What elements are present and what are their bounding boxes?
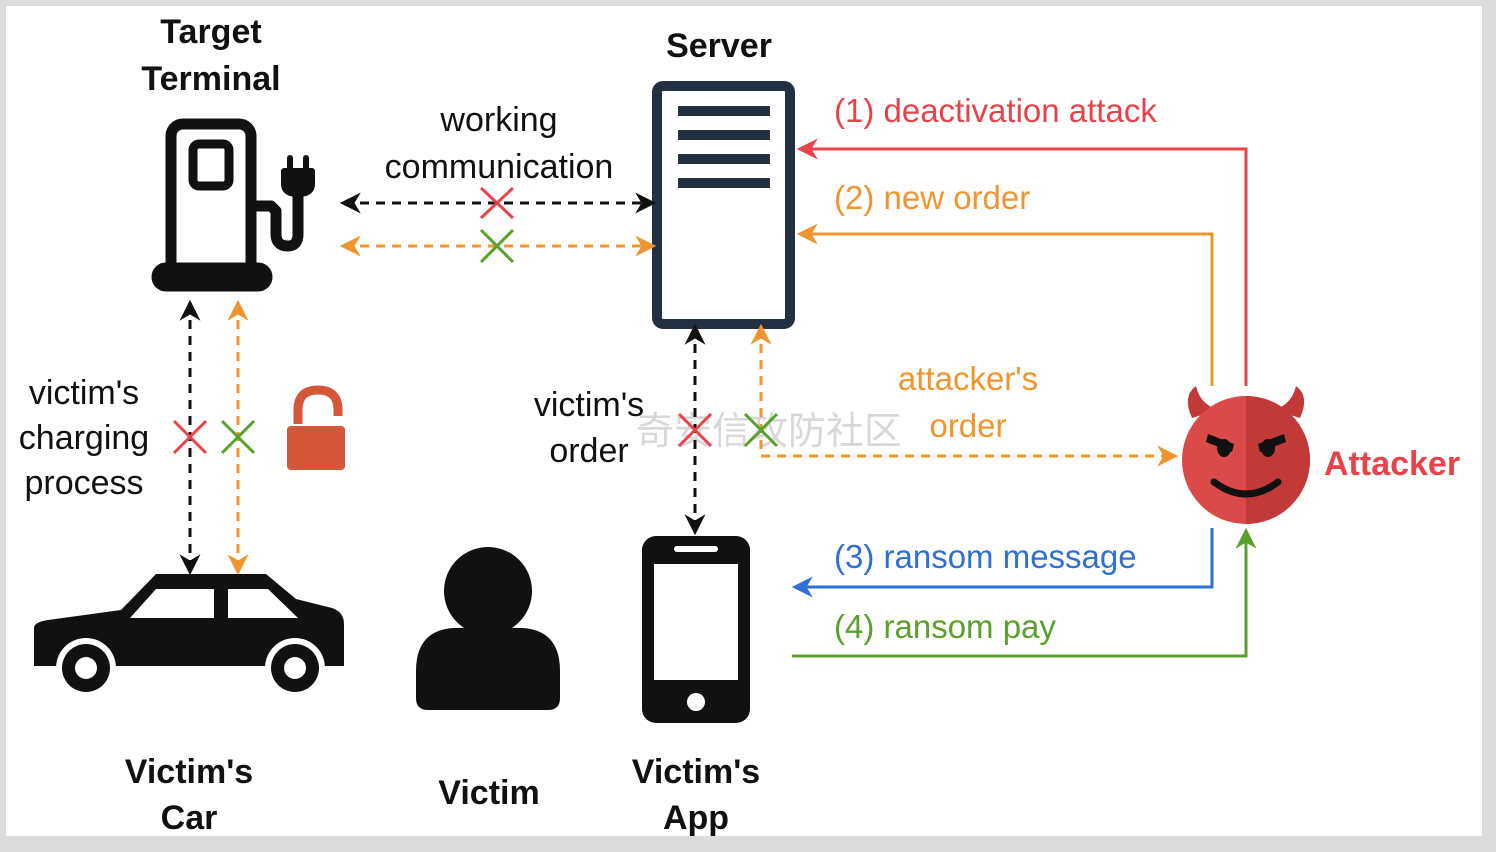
unlocked-padlock-icon — [287, 385, 345, 470]
car-label-line2: Car — [161, 799, 218, 836]
victim-label: Victim — [438, 774, 539, 812]
diagram-svg: 奇安信攻防社区 Target Terminal Server working c… — [19, 13, 1460, 836]
car-icon — [34, 574, 344, 698]
attacker-order-label-line2: order — [929, 407, 1006, 444]
charging-label-line2: charging — [19, 419, 149, 457]
server-label: Server — [666, 27, 772, 65]
devil-face-icon — [1182, 386, 1310, 524]
car-label-line1: Victim's — [125, 753, 253, 791]
ransom-pay-label: (4) ransom pay — [834, 608, 1056, 645]
ransom-message-label: (3) ransom message — [834, 538, 1137, 575]
diagram-canvas: 奇安信攻防社区 Target Terminal Server working c… — [6, 6, 1482, 836]
terminal-label-line2: Terminal — [141, 60, 280, 98]
deactivation-attack-label: (1) deactivation attack — [834, 92, 1157, 129]
attacker-order-label-line1: attacker's — [898, 360, 1038, 397]
attacker-label: Attacker — [1324, 445, 1460, 483]
charging-station-icon — [151, 118, 315, 292]
new-order-label: (2) new order — [834, 179, 1030, 216]
charging-label-line3: process — [24, 464, 143, 502]
server-icon — [652, 81, 795, 329]
person-icon — [416, 547, 560, 710]
working-comm-label-line2: communication — [385, 148, 614, 186]
watermark-text: 奇安信攻防社区 — [636, 411, 902, 453]
charging-label-line1: victim's — [29, 374, 139, 412]
app-label-line1: Victim's — [632, 753, 760, 791]
working-comm-label-line1: working — [439, 101, 557, 139]
victim-order-label-line2: order — [549, 432, 628, 470]
victim-order-label-line1: victim's — [534, 386, 644, 424]
terminal-label-line1: Target — [160, 13, 261, 51]
app-label-line2: App — [663, 799, 729, 836]
smartphone-icon — [642, 536, 750, 723]
